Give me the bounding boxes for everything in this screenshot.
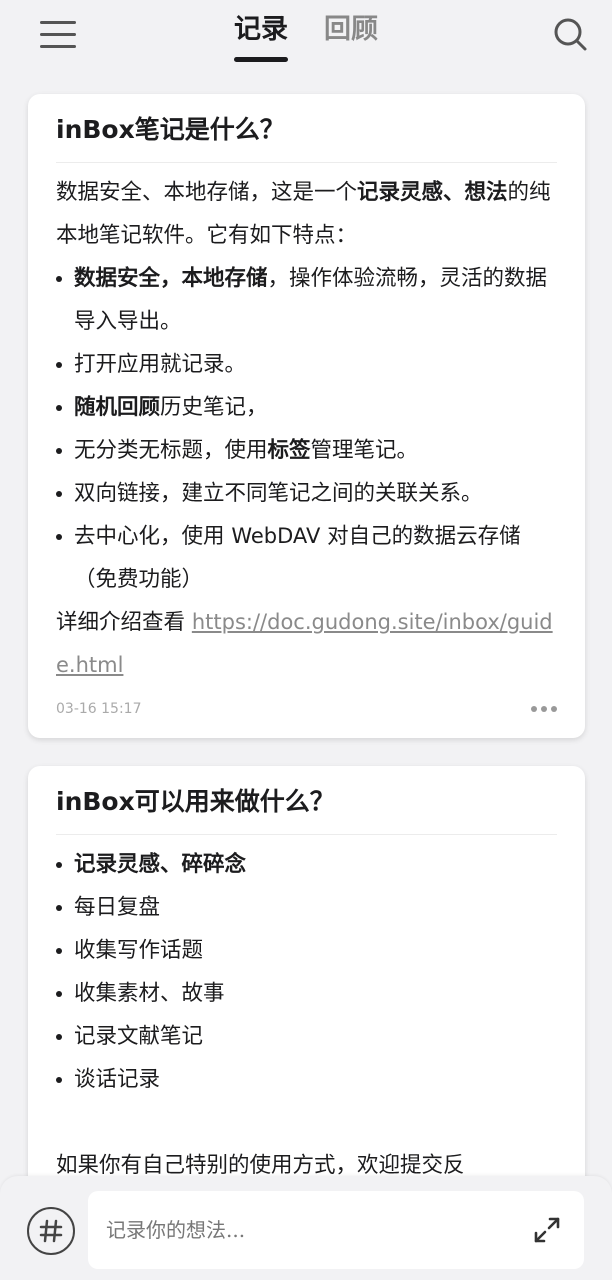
list-item: 谈话记录 bbox=[56, 1058, 557, 1101]
list-item-text: 谈话记录 bbox=[74, 1067, 161, 1092]
list-item: 数据安全，本地存储，操作体验流畅，灵活的数据导入导出。 bbox=[56, 257, 557, 343]
note-intro: 数据安全、本地存储，这是一个记录灵感、想法的纯本地笔记软件。它有如下特点： bbox=[56, 171, 557, 257]
list-item-text: 双向链接，建立不同笔记之间的关联关系。 bbox=[74, 481, 483, 506]
list-item: 无分类无标题，使用标签管理笔记。 bbox=[56, 429, 557, 472]
note-card[interactable]: inBox笔记是什么？ 数据安全、本地存储，这是一个记录灵感、想法的纯本地笔记软… bbox=[28, 94, 585, 738]
intro-text: 数据安全、本地存储，这是一个 bbox=[56, 180, 358, 205]
list-item: 打开应用就记录。 bbox=[56, 343, 557, 386]
expand-icon bbox=[534, 1217, 560, 1243]
list-item: 收集素材、故事 bbox=[56, 972, 557, 1015]
list-item-text: 收集素材、故事 bbox=[74, 981, 225, 1006]
feature-list: 数据安全，本地存储，操作体验流畅，灵活的数据导入导出。 打开应用就记录。 随机回… bbox=[56, 257, 557, 601]
search-icon bbox=[554, 18, 587, 51]
more-icon-dot bbox=[531, 706, 537, 712]
hashtag-icon bbox=[39, 1219, 63, 1243]
list-item: 随机回顾历史笔记， bbox=[56, 386, 557, 429]
tab-review[interactable]: 回顾 bbox=[324, 10, 378, 62]
list-item-bold: 记录灵感、碎碎念 bbox=[74, 852, 247, 877]
list-item: 每日复盘 bbox=[56, 886, 557, 929]
list-item-text: 每日复盘 bbox=[74, 895, 161, 920]
note-card[interactable]: inBox可以用来做什么？ 记录灵感、碎碎念 每日复盘 收集写作话题 收集素材、… bbox=[28, 766, 585, 1226]
top-bar: 记录 回顾 bbox=[0, 0, 612, 70]
list-item-text: 去中心化，使用 bbox=[74, 524, 232, 549]
list-item-text: 记录文献笔记 bbox=[74, 1024, 204, 1049]
tab-record[interactable]: 记录 bbox=[234, 10, 288, 62]
more-options-button[interactable] bbox=[531, 706, 557, 712]
list-item: 双向链接，建立不同笔记之间的关联关系。 bbox=[56, 472, 557, 515]
list-item-text: 收集写作话题 bbox=[74, 938, 204, 963]
note-title: inBox可以用来做什么？ bbox=[56, 766, 557, 835]
list-item: 记录文献笔记 bbox=[56, 1015, 557, 1058]
note-body: 数据安全、本地存储，这是一个记录灵感、想法的纯本地笔记软件。它有如下特点： 数据… bbox=[56, 171, 557, 687]
usage-list: 记录灵感、碎碎念 每日复盘 收集写作话题 收集素材、故事 记录文献笔记 谈话记录 bbox=[56, 843, 557, 1101]
list-item-text: 打开应用就记录。 bbox=[74, 352, 247, 377]
note-timestamp: 03-16 15:17 bbox=[56, 701, 142, 717]
input-bar bbox=[0, 1176, 612, 1280]
note-input-container bbox=[88, 1191, 584, 1269]
note-footer: 详细介绍查看 https://doc.gudong.site/inbox/gui… bbox=[56, 601, 557, 687]
note-title: inBox笔记是什么？ bbox=[56, 94, 557, 163]
list-item-bold: 标签 bbox=[267, 438, 311, 463]
list-item-text: 无分类无标题，使用 bbox=[74, 438, 268, 463]
list-item-bold: 随机回顾 bbox=[74, 395, 161, 420]
note-body: 记录灵感、碎碎念 每日复盘 收集写作话题 收集素材、故事 记录文献笔记 谈话记录… bbox=[56, 843, 557, 1187]
more-icon-dot bbox=[541, 706, 547, 712]
search-button[interactable] bbox=[550, 14, 590, 54]
list-item-latin: WebDAV bbox=[231, 524, 321, 548]
list-item-bold: 数据安全，本地存储 bbox=[74, 266, 268, 291]
list-item: 记录灵感、碎碎念 bbox=[56, 843, 557, 886]
note-input[interactable] bbox=[106, 1191, 526, 1269]
list-item: 去中心化，使用 WebDAV 对自己的数据云存储（免费功能） bbox=[56, 515, 557, 601]
more-icon-dot bbox=[551, 706, 557, 712]
note-meta: 03-16 15:17 bbox=[56, 698, 557, 720]
list-item-text: 管理笔记。 bbox=[310, 438, 419, 463]
tag-button[interactable] bbox=[27, 1207, 75, 1255]
list-item-text: 历史笔记， bbox=[160, 395, 268, 420]
footer-text: 详细介绍查看 bbox=[56, 610, 192, 635]
tab-bar: 记录 回顾 bbox=[0, 10, 612, 62]
intro-bold: 记录灵感、想法 bbox=[357, 180, 508, 205]
list-item: 收集写作话题 bbox=[56, 929, 557, 972]
expand-button[interactable] bbox=[532, 1215, 562, 1245]
